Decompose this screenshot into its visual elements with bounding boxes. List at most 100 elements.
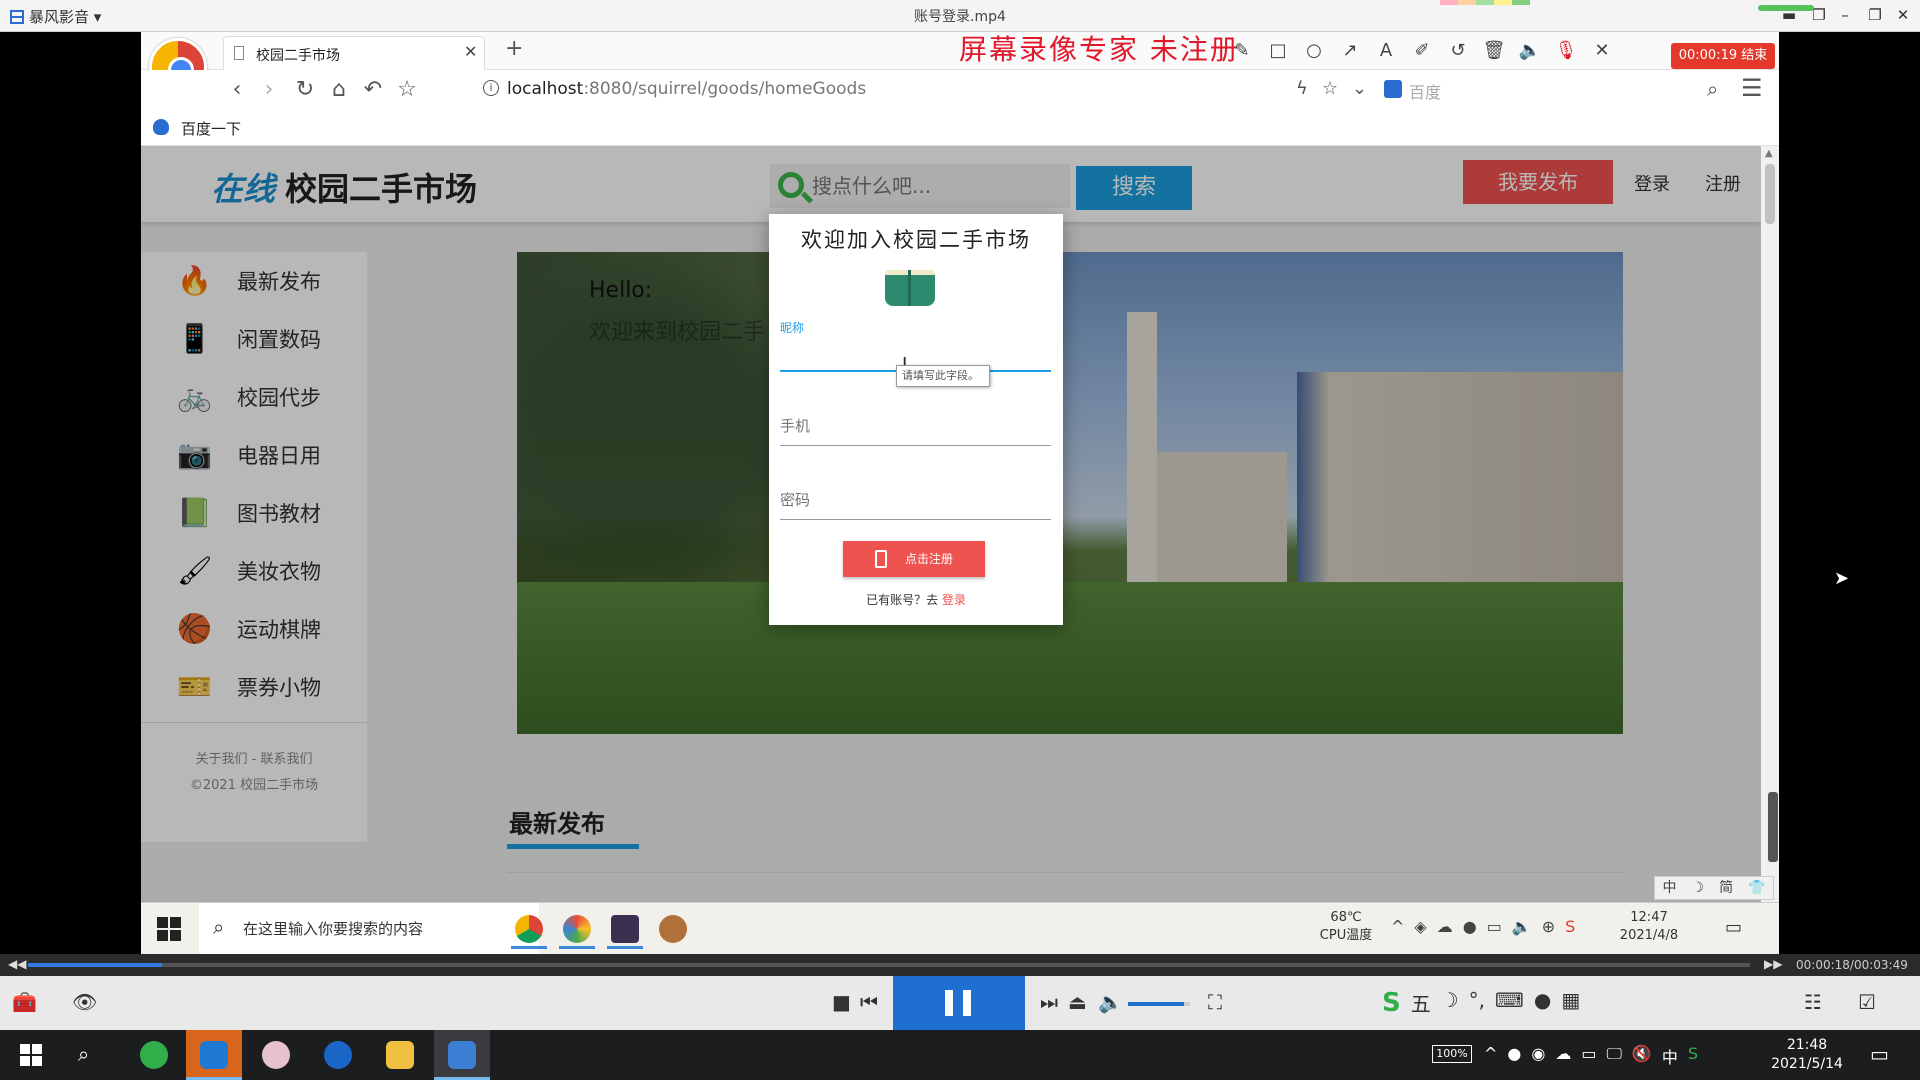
highlighter-icon[interactable]: ✐ (1409, 38, 1435, 64)
windows-start-icon (157, 917, 181, 941)
reload-icon[interactable]: ↻ (291, 76, 319, 104)
sogou-icon: S (1382, 988, 1401, 1018)
notification-icon[interactable]: ▭ (1870, 1042, 1889, 1066)
overlay-color-strip (1440, 0, 1530, 5)
network-icon: ⊕ (1541, 917, 1556, 936)
temp-value: 68℃ (1330, 910, 1362, 925)
baidu-icon[interactable] (1384, 80, 1402, 98)
minimize-icon[interactable]: ▬ (1778, 4, 1800, 26)
page-scrollbar[interactable]: ▲ (1761, 146, 1779, 902)
close-icon[interactable]: ✕ (1589, 38, 1615, 64)
tab-close-icon[interactable]: ✕ (464, 42, 477, 61)
dropdown-icon[interactable]: ⌄ (1352, 78, 1367, 99)
pen-icon[interactable]: ✎ (1229, 38, 1255, 64)
network-icon[interactable]: 🖵 (1606, 1044, 1621, 1068)
taskbar-app-player[interactable] (434, 1030, 490, 1080)
recorder-stop-button[interactable]: 00:00:19 结束 (1671, 43, 1775, 69)
eject-icon[interactable]: ⏏ (1068, 990, 1087, 1014)
ime-indicator[interactable]: 中 (1662, 1044, 1678, 1068)
mic-muted-icon[interactable]: 🎙 (1553, 38, 1579, 64)
home-icon[interactable]: ⌂ (325, 76, 353, 104)
recorded-search-text: 在这里输入你要搜索的内容 (243, 920, 424, 938)
battery-indicator[interactable]: 100% (1432, 1045, 1472, 1063)
register-submit-button[interactable]: 点击注册 (843, 541, 985, 577)
undo-close-icon[interactable]: ↶ (359, 76, 387, 104)
favorite-icon[interactable]: ☆ (1322, 78, 1338, 99)
tab-title: 校园二手市场 (256, 48, 340, 64)
back-icon[interactable]: ‹ (223, 76, 251, 104)
restore-icon[interactable]: ❐ (1808, 4, 1830, 26)
speaker-icon[interactable]: 🔈 (1517, 38, 1543, 64)
menu-icon[interactable]: ☰ (1741, 74, 1763, 102)
close-button[interactable]: ✕ (1892, 4, 1914, 26)
address-bar[interactable]: localhost:8080/squirrel/goods/homeGoods (507, 79, 866, 99)
new-tab-button[interactable]: + (505, 36, 523, 61)
system-clock[interactable]: 21:48 2021/5/14 (1762, 1036, 1852, 1074)
notification-icon: ▭ (1725, 917, 1743, 938)
forward-icon[interactable]: › (255, 76, 283, 104)
wechat-icon[interactable]: ◉ (1531, 1044, 1545, 1068)
fast-forward-icon[interactable]: ▶▶ (1764, 957, 1782, 971)
rewind-icon[interactable]: ◀◀ (8, 957, 26, 971)
bookmark-item[interactable]: 百度一下 (181, 118, 241, 139)
mute-icon[interactable]: 🔇 (1632, 1044, 1652, 1068)
ime-punct-icon: °, (1468, 988, 1486, 1012)
qq-icon: ● (1462, 917, 1477, 936)
fullscreen-icon[interactable]: ⛶ (1208, 990, 1222, 1014)
toolbox-icon[interactable]: 🧰 (12, 990, 37, 1014)
recorded-ime-bar: 中 ☽ 简 👕 (1654, 876, 1774, 900)
taskbar-app-teamviewer[interactable] (310, 1030, 366, 1080)
stop-icon[interactable]: ■ (832, 990, 851, 1014)
scroll-thumb[interactable] (1765, 164, 1775, 224)
maximize-button[interactable]: ❐ (1864, 4, 1886, 26)
circle-icon[interactable]: ○ (1301, 38, 1327, 64)
info-icon[interactable]: i (483, 80, 499, 96)
taskbar-app-explorer[interactable] (372, 1030, 428, 1080)
cloud-icon: ☁ (1436, 917, 1453, 936)
text-icon[interactable]: A (1373, 38, 1399, 64)
search-icon[interactable]: ⌕ (78, 1042, 89, 1066)
media-app-icon (603, 909, 647, 949)
baidu-paw-icon (153, 119, 169, 135)
rect-icon[interactable]: □ (1265, 38, 1291, 64)
seek-track[interactable] (28, 963, 1750, 967)
phone-input[interactable] (780, 406, 1051, 446)
start-button[interactable] (20, 1044, 42, 1066)
taskbar-app-browser[interactable] (126, 1030, 182, 1080)
cloud-icon[interactable]: ☁ (1555, 1044, 1571, 1068)
trash-icon[interactable]: 🗑 (1481, 38, 1507, 64)
next-icon[interactable]: ⏭ (1040, 990, 1058, 1014)
chevron-up-icon[interactable]: ^ (1484, 1044, 1497, 1068)
mobile-icon (875, 550, 887, 568)
volume-icon[interactable]: 🔈 (1098, 990, 1123, 1014)
password-input[interactable] (780, 480, 1051, 520)
search-icon[interactable]: ⌕ (1707, 77, 1718, 101)
video-frame[interactable]: 校园二手市场 ✕ + 屏幕录像专家 未注册 ✎ □ ○ ↗ A ✐ ↺ 🗑 🔈 … (0, 32, 1920, 954)
minimize-button[interactable]: – (1834, 4, 1856, 26)
playlist-icon[interactable]: ☷ (1804, 990, 1822, 1014)
browser-search-input[interactable]: 百度 (1409, 79, 1441, 103)
browser-nav-bar: ‹ › ↻ ⌂ ↶ ☆ i localhost:8080/squirrel/go… (141, 70, 1779, 110)
pause-button[interactable] (893, 976, 1025, 1030)
eye-icon[interactable]: 👁 (72, 990, 97, 1014)
lightning-icon[interactable]: ϟ (1296, 78, 1308, 99)
bookmark-star-icon[interactable]: ☆ (393, 76, 421, 104)
taskbar-app-media[interactable] (248, 1030, 304, 1080)
arrow-icon[interactable]: ↗ (1337, 38, 1363, 64)
url-host: localhost (507, 79, 584, 99)
login-link[interactable]: 登录 (942, 593, 966, 607)
drive-icon[interactable]: ▭ (1581, 1044, 1596, 1068)
footer-prefix: 已有账号？去 (866, 593, 939, 607)
taskbar-app-security[interactable] (186, 1030, 242, 1080)
qq-icon[interactable]: ● (1507, 1044, 1521, 1068)
sogou-icon[interactable]: S (1688, 1044, 1698, 1068)
previous-icon[interactable]: ⏮ (860, 990, 878, 1014)
browser-tab[interactable]: 校园二手市场 ✕ (223, 36, 485, 70)
undo-icon[interactable]: ↺ (1445, 38, 1471, 64)
recorder-toolbar: ✎ □ ○ ↗ A ✐ ↺ 🗑 🔈 🎙 ✕ (1229, 34, 1615, 68)
recorded-clock: 12:47 2021/4/8 (1609, 909, 1689, 945)
scroll-up-icon[interactable]: ▲ (1765, 148, 1773, 159)
settings-icon[interactable]: ☑ (1858, 990, 1876, 1014)
validation-tooltip: 请填写此字段。 (896, 365, 990, 387)
volume-slider[interactable] (1128, 1002, 1190, 1006)
